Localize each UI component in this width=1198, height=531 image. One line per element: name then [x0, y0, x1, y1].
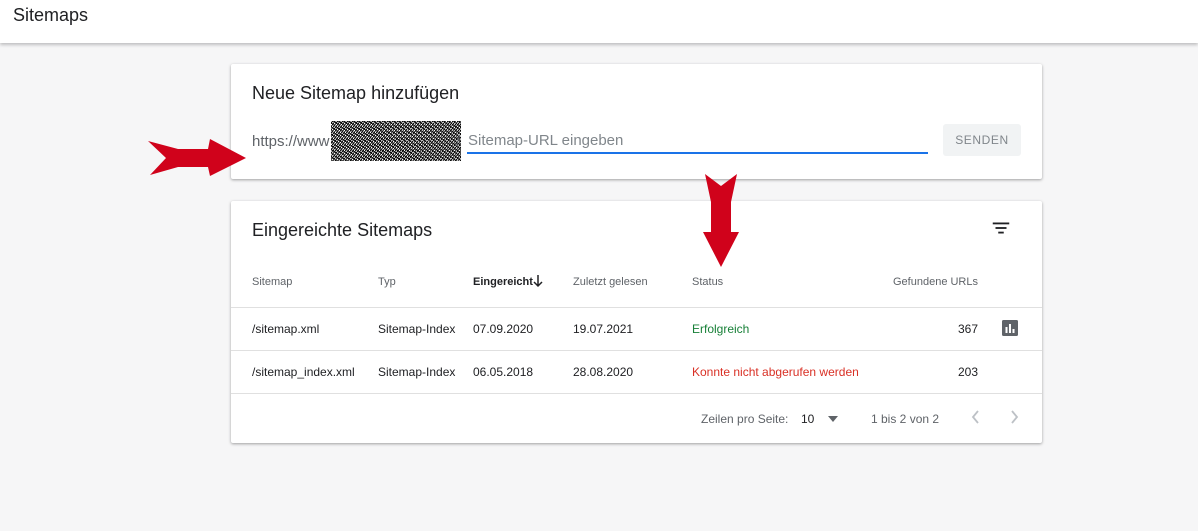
column-header-submitted[interactable]: Eingereicht: [473, 276, 533, 288]
rows-per-page-select[interactable]: 10: [801, 412, 814, 426]
cell-submitted: 07.09.2020: [473, 322, 534, 336]
column-header-type[interactable]: Typ: [378, 276, 396, 288]
pagination-range: 1 bis 2 von 2: [871, 412, 940, 426]
column-header-sitemap[interactable]: Sitemap: [252, 276, 292, 288]
add-sitemap-card: Neue Sitemap hinzufügen https://www / SE…: [231, 64, 1042, 179]
url-slash: /: [456, 133, 461, 150]
red-arrow-right-icon: [148, 139, 246, 176]
chevron-right-icon[interactable]: [1006, 408, 1022, 426]
chevron-left-icon[interactable]: [968, 408, 984, 426]
sort-arrow-down-icon[interactable]: [532, 274, 544, 288]
submitted-sitemaps-title: Eingereichte Sitemaps: [252, 220, 433, 240]
bar-chart-icon[interactable]: [1002, 320, 1018, 336]
caret-down-icon[interactable]: [827, 415, 839, 423]
row-divider: [231, 350, 1042, 351]
column-header-last-read[interactable]: Zuletzt gelesen: [573, 276, 648, 288]
column-header-status[interactable]: Status: [692, 276, 723, 288]
cell-sitemap: /sitemap_index.xml: [252, 365, 355, 379]
row-divider: [231, 307, 1042, 308]
top-bar: Sitemaps: [0, 0, 1198, 43]
submitted-sitemaps-card: Eingereichte Sitemaps Sitemap Typ Einger…: [231, 201, 1042, 443]
row-divider: [231, 393, 1042, 394]
filter-icon[interactable]: [990, 217, 1012, 239]
add-sitemap-title: Neue Sitemap hinzufügen: [252, 83, 460, 103]
column-header-urls[interactable]: Gefundene URLs: [871, 276, 978, 288]
cell-submitted: 06.05.2018: [473, 365, 534, 379]
cell-urls: 203: [957, 365, 978, 379]
cell-urls: 367: [957, 322, 978, 336]
cell-status: Konnte nicht abgerufen werden: [692, 365, 859, 379]
red-arrow-down-icon: [703, 174, 739, 267]
cell-status: Erfolgreich: [692, 322, 750, 336]
cell-last-read: 19.07.2021: [573, 322, 634, 336]
cell-type: Sitemap-Index: [378, 322, 456, 336]
sitemap-url-input[interactable]: [467, 130, 928, 154]
cell-last-read: 28.08.2020: [573, 365, 634, 379]
cell-sitemap: /sitemap.xml: [252, 322, 320, 336]
send-button[interactable]: SENDEN: [943, 124, 1021, 156]
cell-type: Sitemap-Index: [378, 365, 456, 379]
url-prefix: https://www: [252, 133, 330, 150]
page-title: Sitemaps: [13, 5, 89, 25]
redacted-domain: [331, 121, 461, 161]
rows-per-page-label: Zeilen pro Seite:: [701, 412, 789, 426]
